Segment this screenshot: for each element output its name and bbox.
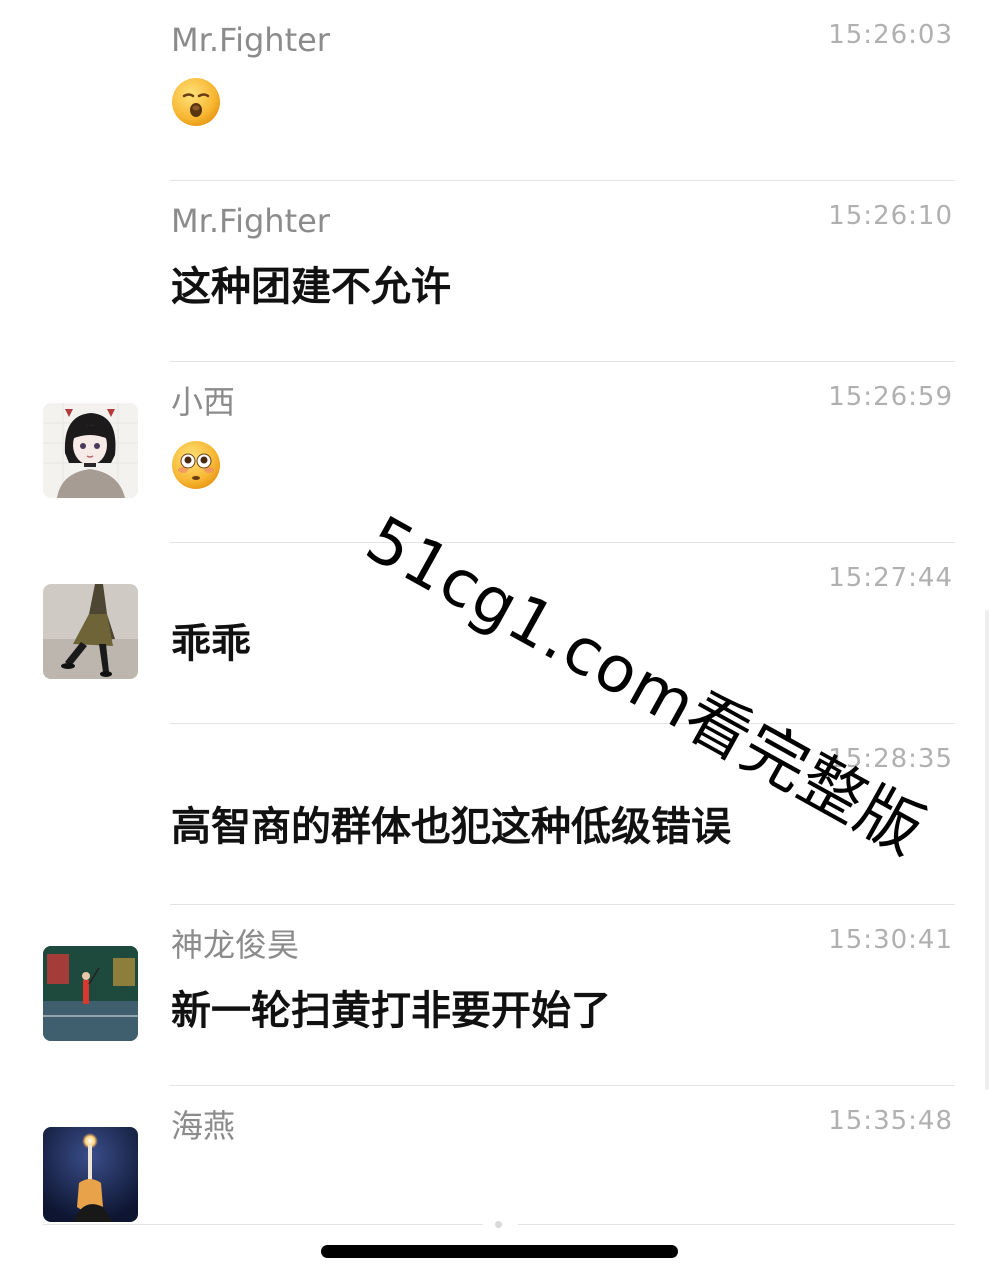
message-time: 15:26:59 <box>828 382 953 412</box>
sender-name: 小西 <box>171 383 236 421</box>
flushed-face-emoji <box>171 440 221 490</box>
user-avatar[interactable] <box>43 946 138 1041</box>
candle-avatar <box>43 1127 138 1222</box>
footer-divider <box>518 1224 955 1225</box>
message-row[interactable]: Mr.Fighter 15:26:10 这种团建不允许 <box>0 181 998 362</box>
kissing-face-emoji <box>171 77 221 127</box>
sender-name: Mr.Fighter <box>171 21 330 59</box>
message-time: 15:27:44 <box>828 563 953 593</box>
message-time: 15:26:10 <box>828 201 953 231</box>
scrollbar[interactable] <box>985 610 989 1090</box>
message-text: 新一轮扫黄打非要开始了 <box>171 988 611 1034</box>
scroll-position-dot <box>495 1221 502 1228</box>
message-row[interactable]: 神龙俊昊 15:30:41 新一轮扫黄打非要开始了 <box>0 905 998 1086</box>
message-row[interactable]: 小西 15:26:59 <box>0 362 998 543</box>
user-avatar[interactable] <box>43 584 138 679</box>
message-text: 这种团建不允许 <box>171 264 451 310</box>
message-text: 高智商的群体也犯这种低级错误 <box>171 804 731 850</box>
message-time: 15:35:48 <box>828 1106 953 1136</box>
sender-name: 海燕 <box>171 1107 236 1145</box>
street-photo-avatar <box>43 584 138 679</box>
home-indicator[interactable] <box>321 1245 678 1258</box>
anime-girl-avatar <box>43 403 138 498</box>
message-text: 乖乖 <box>171 621 251 667</box>
user-avatar[interactable] <box>43 403 138 498</box>
sender-name: 神龙俊昊 <box>171 926 300 964</box>
sender-name: Mr.Fighter <box>171 202 330 240</box>
footer-divider <box>43 1224 483 1225</box>
tennis-court-avatar <box>43 946 138 1041</box>
message-time: 15:30:41 <box>828 925 953 955</box>
user-avatar[interactable] <box>43 1127 138 1222</box>
message-row[interactable]: 海燕 15:35:48 <box>0 1086 998 1267</box>
message-time: 15:26:03 <box>828 20 953 50</box>
message-row[interactable]: Mr.Fighter 15:26:03 <box>0 0 998 181</box>
